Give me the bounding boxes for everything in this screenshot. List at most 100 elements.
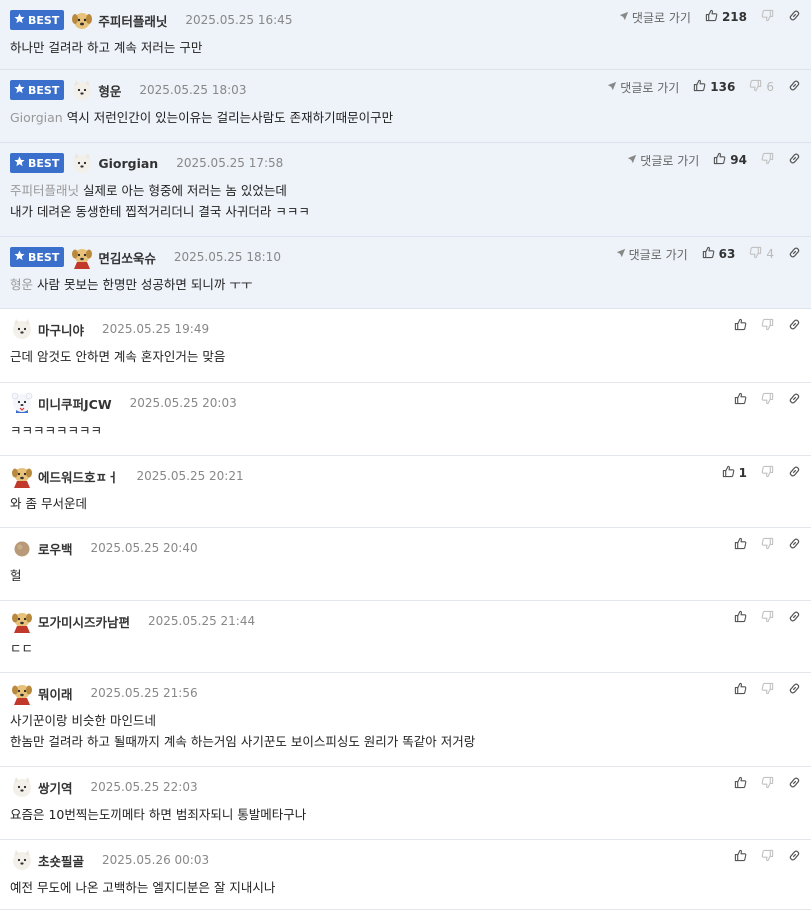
avatar[interactable] (10, 536, 34, 560)
link-icon (788, 537, 801, 553)
comment-actions (734, 391, 801, 409)
like-button[interactable] (734, 392, 747, 408)
nickname[interactable]: Giorgian (98, 156, 158, 171)
link-icon (788, 776, 801, 792)
comment-header: 모가미시즈카남편 2025.05.25 21:44 (10, 609, 255, 633)
comment-line: 예전 무도에 나온 고백하는 엘지디분은 잘 지내시나 (10, 877, 275, 898)
avatar[interactable] (10, 681, 34, 705)
avatar[interactable] (70, 78, 94, 102)
nickname[interactable]: 쌍기역 (38, 778, 73, 797)
comment-header: BEST 형운 2025.05.25 18:03 (10, 78, 246, 102)
link-icon (788, 318, 801, 334)
nickname[interactable]: 면김쏘욱슈 (98, 248, 156, 267)
nickname[interactable]: 에드워드호ㅍㅓ (38, 467, 119, 486)
nickname[interactable]: 형운 (98, 81, 121, 100)
mention-link[interactable]: Giorgian (10, 110, 63, 125)
avatar[interactable] (70, 151, 94, 175)
dislike-button[interactable] (761, 9, 774, 25)
mention-link[interactable]: 주피터플래닛 (10, 183, 79, 198)
best-label: BEST (28, 250, 60, 264)
dislike-button[interactable] (761, 392, 774, 408)
mention-link[interactable]: 형운 (10, 277, 33, 292)
copy-link-button[interactable] (788, 392, 801, 408)
avatar[interactable] (10, 391, 34, 415)
like-button[interactable]: 63 (702, 246, 735, 262)
goto-comment-button[interactable]: 댓글로 가기 (619, 9, 691, 26)
goto-comment-button[interactable]: 댓글로 가기 (616, 246, 688, 263)
goto-comment-label: 댓글로 가기 (631, 10, 691, 25)
dislike-count: 6 (766, 80, 774, 94)
like-button[interactable] (734, 318, 747, 334)
copy-link-button[interactable] (788, 537, 801, 553)
comment-line: 주피터플래닛 실제로 아는 형중에 저러는 놈 있었는데 (10, 180, 310, 201)
best-comment: BEST 형운 2025.05.25 18:03 댓글로 가기 136 6 Giorgian… (0, 70, 811, 143)
best-label: BEST (28, 156, 60, 170)
nickname[interactable]: 뭐이래 (38, 684, 73, 703)
comment-date: 2025.05.25 21:56 (90, 686, 198, 700)
avatar[interactable] (10, 775, 34, 799)
like-button[interactable] (734, 610, 747, 626)
like-button[interactable]: 218 (705, 9, 747, 25)
dislike-button[interactable] (761, 776, 774, 792)
comment-body: Giorgian 역시 저런인간이 있는이유는 걸리는사람도 존재하기때문이구만 (10, 107, 393, 128)
nickname[interactable]: 마구니야 (38, 320, 84, 339)
thumbs-up-icon (734, 392, 747, 408)
copy-link-button[interactable] (788, 318, 801, 334)
copy-link-button[interactable] (788, 465, 801, 481)
link-icon (788, 79, 801, 95)
dislike-button[interactable]: 4 (749, 246, 774, 262)
dislike-button[interactable]: 6 (749, 79, 774, 95)
comment-text: 한놈만 걸려라 하고 될때까지 계속 하는거임 사기꾼도 보이스피싱도 원리가 … (10, 734, 476, 749)
comment-text: 근데 암것도 안하면 계속 혼자인거는 맞음 (10, 349, 226, 364)
best-badge: BEST (10, 247, 65, 267)
goto-comment-button[interactable]: 댓글로 가기 (607, 79, 679, 96)
like-button[interactable] (734, 776, 747, 792)
dislike-button[interactable] (761, 610, 774, 626)
nickname[interactable]: 로우백 (38, 539, 73, 558)
copy-link-button[interactable] (788, 246, 801, 262)
copy-link-button[interactable] (788, 776, 801, 792)
comment-line: 요즘은 10번찍는도끼메타 하면 범죄자되니 통발메타구나 (10, 804, 306, 825)
copy-link-button[interactable] (788, 79, 801, 95)
nickname[interactable]: 주피터플래닛 (98, 11, 167, 30)
like-button[interactable]: 94 (713, 152, 747, 168)
comment-line: 근데 암것도 안하면 계속 혼자인거는 맞음 (10, 346, 225, 367)
like-button[interactable]: 136 (693, 79, 735, 95)
dislike-button[interactable] (761, 152, 774, 168)
like-button[interactable] (734, 682, 747, 698)
dislike-button[interactable] (761, 318, 774, 334)
avatar[interactable] (10, 317, 34, 341)
thumbs-up-icon (705, 9, 718, 25)
nickname[interactable]: 모가미시즈카남편 (38, 612, 130, 631)
comment-actions (734, 775, 801, 793)
comment-text: 사기꾼이랑 비슷한 마인드네 (10, 713, 156, 728)
dislike-button[interactable] (761, 537, 774, 553)
goto-comment-button[interactable]: 댓글로 가기 (627, 152, 699, 169)
like-button[interactable] (734, 537, 747, 553)
copy-link-button[interactable] (788, 610, 801, 626)
nickname[interactable]: 초숏필골 (38, 851, 84, 870)
avatar[interactable] (10, 464, 34, 488)
avatar[interactable] (10, 848, 34, 872)
dislike-button[interactable] (761, 465, 774, 481)
copy-link-button[interactable] (788, 682, 801, 698)
like-button[interactable]: 1 (722, 465, 747, 481)
dislike-button[interactable] (761, 682, 774, 698)
send-arrow-icon (627, 153, 640, 167)
avatar[interactable] (70, 8, 94, 32)
dislike-button[interactable] (761, 849, 774, 865)
comment-line: Giorgian 역시 저런인간이 있는이유는 걸리는사람도 존재하기때문이구만 (10, 107, 393, 128)
thumbs-up-icon (734, 849, 747, 865)
copy-link-button[interactable] (788, 152, 801, 168)
comment-date: 2025.05.25 18:03 (139, 83, 247, 97)
comment-text: 내가 데려온 동생한테 찝적거리더니 결국 사귀더라 ㅋㅋㅋ (10, 204, 310, 219)
comment-actions (734, 317, 801, 335)
comment: 미니쿠퍼JCW 2025.05.25 20:03 ㅋㅋㅋㅋㅋㅋㅋㅋ (0, 383, 811, 456)
nickname[interactable]: 미니쿠퍼JCW (38, 394, 112, 413)
like-button[interactable] (734, 849, 747, 865)
avatar[interactable] (70, 245, 94, 269)
link-icon (788, 465, 801, 481)
avatar[interactable] (10, 609, 34, 633)
copy-link-button[interactable] (788, 849, 801, 865)
copy-link-button[interactable] (788, 9, 801, 25)
